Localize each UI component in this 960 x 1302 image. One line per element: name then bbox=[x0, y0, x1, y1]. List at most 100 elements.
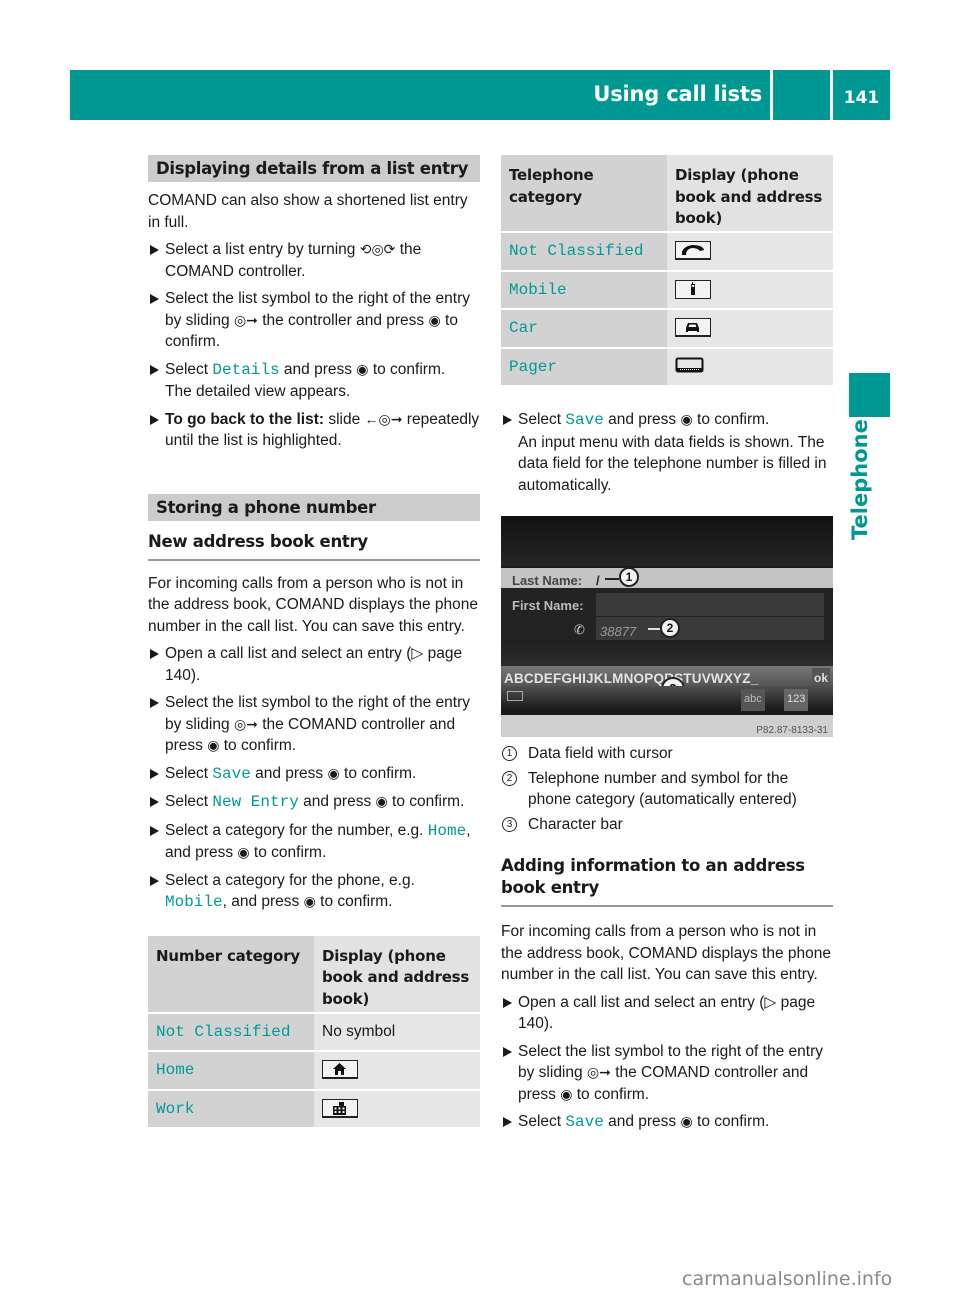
table-row: Mobile bbox=[501, 271, 833, 310]
number-category-table: Number category Display (phone book and … bbox=[148, 935, 480, 1129]
step-result: The detailed view appears. bbox=[165, 383, 351, 400]
controller-press-icon: ◉ bbox=[237, 844, 250, 860]
home-icon bbox=[322, 1060, 358, 1080]
column-header: Telephone category bbox=[501, 155, 667, 233]
table-row: Car bbox=[501, 310, 833, 349]
controller-press-icon: ◉ bbox=[303, 893, 316, 909]
lowercase-button[interactable]: abc bbox=[741, 689, 765, 711]
running-header: Using call lists bbox=[70, 70, 830, 120]
chapter-tab-marker bbox=[849, 373, 890, 417]
instruction-step: Select New Entry and press ◉ to confirm. bbox=[148, 791, 480, 814]
controller-slide-left-right-icon: ←◎➞ bbox=[364, 410, 403, 427]
legend-item: 1 Data field with cursor bbox=[501, 743, 833, 765]
instruction-step: Select the list symbol to the right of t… bbox=[148, 288, 480, 353]
table-header-row: Telephone category Display (phone book a… bbox=[501, 155, 833, 233]
instruction-step: Select the list symbol to the right of t… bbox=[501, 1041, 833, 1106]
chapter-tab-label: Telephone bbox=[848, 419, 872, 540]
page-number: 141 bbox=[833, 70, 890, 120]
category-name: Not Classified bbox=[156, 1022, 291, 1041]
instruction-step: Open a call list and select an entry (▷ … bbox=[148, 643, 480, 686]
legend-item: 2 Telephone number and symbol for the pho… bbox=[501, 768, 833, 811]
table-row: Work bbox=[148, 1090, 480, 1129]
category-name: Mobile bbox=[509, 280, 567, 299]
input-toolbar: abc 123 bbox=[501, 686, 833, 711]
menu-item-mobile: Mobile bbox=[165, 893, 223, 911]
menu-item-save: Save bbox=[212, 764, 251, 783]
menu-item-save: Save bbox=[565, 411, 604, 429]
header-title: Using call lists bbox=[593, 82, 762, 106]
pager-icon bbox=[675, 357, 711, 376]
watermark: carmanualsonline.info bbox=[682, 1268, 893, 1290]
handset-icon bbox=[675, 241, 711, 261]
column-header: Display (phone book and address book) bbox=[314, 935, 480, 1014]
subsection-heading: Adding information to an address book en… bbox=[501, 855, 833, 907]
table-header-row: Number category Display (phone book and … bbox=[148, 935, 480, 1014]
instruction-step: Select Save and press ◉ to confirm. bbox=[501, 1111, 833, 1134]
instruction-step: To go back to the list: slide ←◎➞ repeat… bbox=[148, 409, 480, 452]
instruction-step: Select a list entry by turning ⟲◎⟳ the C… bbox=[148, 239, 480, 282]
menu-item-save: Save bbox=[565, 1113, 604, 1131]
menu-item-details: Details bbox=[212, 360, 280, 379]
controller-slide-right-icon: ◎➞ bbox=[233, 715, 258, 732]
controller-press-icon: ◉ bbox=[680, 411, 693, 427]
controller-press-icon: ◉ bbox=[207, 737, 220, 753]
car-icon bbox=[675, 318, 711, 338]
controller-turn-icon: ⟲◎⟳ bbox=[359, 241, 396, 257]
callout-legend: 1 Data field with cursor 2 Telephone numbe… bbox=[501, 743, 833, 835]
numbers-button[interactable]: 123 bbox=[784, 689, 809, 711]
instruction-step: Select a category for the number, e.g. H… bbox=[148, 820, 480, 864]
image-reference-code: P82.87-8133-31 bbox=[756, 725, 828, 736]
phone-number-field: ✆ 38877 2 bbox=[574, 617, 824, 640]
controller-press-icon: ◉ bbox=[680, 1113, 693, 1129]
column-header: Display (phone book and address book) bbox=[667, 155, 833, 233]
controller-press-icon: ◉ bbox=[356, 360, 369, 377]
category-name: Work bbox=[156, 1099, 195, 1118]
telephone-category-table: Telephone category Display (phone book a… bbox=[501, 155, 833, 387]
intro-paragraph: COMAND can also show a shortened list en… bbox=[148, 192, 468, 231]
intro-paragraph: For incoming calls from a person who is … bbox=[148, 574, 478, 635]
header-title-area: Using call lists bbox=[70, 70, 830, 120]
table-row: Not Classified bbox=[501, 233, 833, 272]
instruction-step: Select Save and press ◉ to confirm. An i… bbox=[501, 409, 833, 496]
header-separator bbox=[770, 70, 773, 120]
table-row: Home bbox=[148, 1052, 480, 1091]
comand-display-screenshot: Last Name: / 1 First Name: ✆ 38877 2 ABC… bbox=[501, 516, 833, 737]
controller-press-icon: ◉ bbox=[327, 764, 340, 781]
controller-press-icon: ◉ bbox=[560, 1085, 573, 1102]
controller-slide-right-icon: ◎➞ bbox=[233, 311, 258, 328]
back-icon[interactable] bbox=[507, 691, 523, 701]
last-name-field: Last Name: / 1 bbox=[501, 567, 833, 588]
table-row: Not Classified No symbol bbox=[148, 1013, 480, 1052]
callout-2: 2 bbox=[660, 618, 680, 638]
instruction-step: Select a category for the phone, e.g. Mo… bbox=[148, 870, 480, 914]
section-heading: Storing a phone number bbox=[148, 493, 480, 521]
subsection-heading: New address book entry bbox=[148, 531, 480, 561]
right-column: Telephone category Display (phone book a… bbox=[501, 155, 833, 1134]
callout-1: 1 bbox=[619, 567, 639, 587]
category-name: Home bbox=[156, 1061, 195, 1079]
instruction-step: Select the list symbol to the right of t… bbox=[148, 692, 480, 757]
instruction-step: Select Save and press ◉ to confirm. bbox=[148, 763, 480, 786]
category-name: Pager bbox=[509, 357, 558, 376]
menu-item-home: Home bbox=[427, 821, 467, 840]
section-heading: Displaying details from a list entry bbox=[148, 155, 480, 182]
menu-item-new-entry: New Entry bbox=[212, 793, 299, 811]
first-name-label: First Name: bbox=[512, 598, 584, 613]
controller-press-icon: ◉ bbox=[428, 311, 441, 328]
controller-press-icon: ◉ bbox=[375, 793, 388, 809]
step-result: An input menu with data fields is shown.… bbox=[518, 433, 827, 494]
column-header: Number category bbox=[148, 935, 314, 1014]
legend-item: 3 Character bar bbox=[501, 814, 833, 836]
office-building-icon bbox=[322, 1098, 358, 1118]
left-column: Displaying details from a list entry COM… bbox=[148, 155, 480, 1129]
intro-paragraph: For incoming calls from a person who is … bbox=[501, 923, 831, 983]
handset-icon: ✆ bbox=[574, 622, 585, 637]
mobile-phone-icon bbox=[675, 279, 711, 299]
first-name-field bbox=[596, 593, 824, 616]
instruction-step: Select Details and press ◉ to confirm. T… bbox=[148, 359, 480, 403]
display-text: No symbol bbox=[322, 1022, 396, 1040]
category-name: Not Classified bbox=[509, 242, 644, 260]
table-row: Pager bbox=[501, 348, 833, 387]
instruction-step: Open a call list and select an entry (▷ … bbox=[501, 992, 833, 1035]
controller-slide-right-icon: ◎➞ bbox=[586, 1064, 611, 1080]
